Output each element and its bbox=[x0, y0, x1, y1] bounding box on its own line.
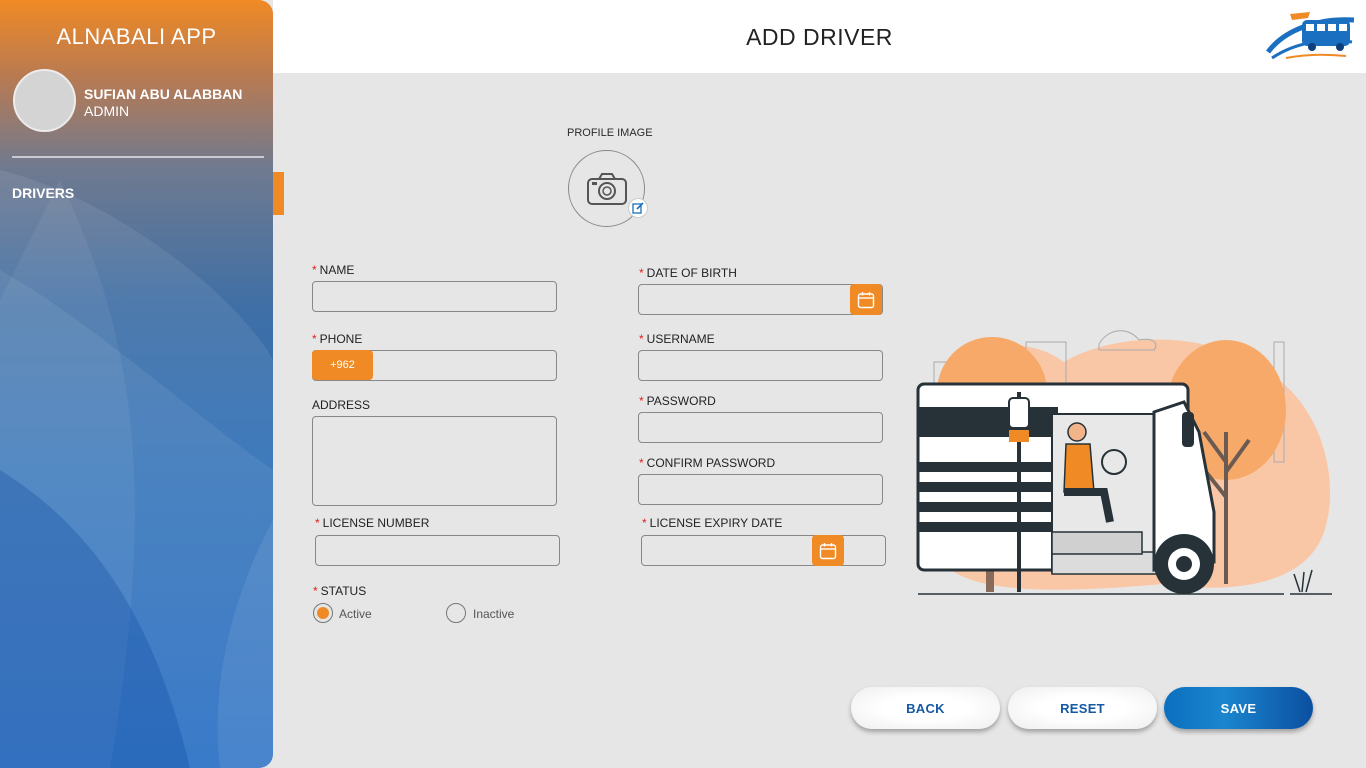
edit-icon bbox=[632, 202, 644, 214]
address-textarea[interactable] bbox=[312, 416, 557, 506]
bus-driver-illustration bbox=[916, 330, 1332, 595]
user-role: ADMIN bbox=[84, 103, 130, 119]
license-number-label: * LICENSE NUMBER bbox=[315, 516, 430, 530]
edit-image-button[interactable] bbox=[628, 198, 648, 218]
status-active-radio[interactable] bbox=[313, 603, 333, 623]
avatar[interactable] bbox=[13, 69, 76, 132]
status-inactive-label: Inactive bbox=[473, 607, 515, 621]
app-title: ALNABALI APP bbox=[56, 24, 217, 49]
phone-country-code[interactable]: +962 bbox=[312, 350, 373, 380]
license-number-input[interactable] bbox=[315, 535, 560, 566]
save-button[interactable]: SAVE bbox=[1164, 687, 1313, 729]
user-name: SUFIAN ABU ALABBAN bbox=[84, 86, 243, 102]
active-nav-marker bbox=[273, 172, 284, 215]
profile-image-label: PROFILE IMAGE bbox=[567, 127, 653, 139]
confirm-password-input[interactable] bbox=[638, 474, 883, 505]
sidebar-divider bbox=[12, 156, 264, 158]
dob-calendar-button[interactable] bbox=[850, 284, 882, 315]
sidebar: ALNABALI APP SUFIAN ABU ALABBAN ADMIN DR… bbox=[0, 0, 273, 768]
username-input[interactable] bbox=[638, 350, 883, 381]
address-label: ADDRESS bbox=[312, 398, 371, 412]
header: ADD DRIVER bbox=[273, 0, 1366, 73]
reset-button[interactable]: RESET bbox=[1008, 687, 1157, 729]
license-expiry-input[interactable] bbox=[641, 535, 886, 566]
calendar-icon bbox=[819, 542, 837, 559]
logo-bus-icon bbox=[1266, 12, 1355, 60]
confirm-password-label: * CONFIRM PASSWORD bbox=[639, 456, 776, 470]
radio-selected-dot bbox=[317, 607, 329, 619]
camera-icon bbox=[586, 172, 627, 205]
status-active-label: Active bbox=[339, 607, 372, 621]
page-title: ADD DRIVER bbox=[746, 24, 893, 50]
password-input[interactable] bbox=[638, 412, 883, 443]
license-expiry-calendar-button[interactable] bbox=[812, 535, 844, 566]
license-expiry-label: * LICENSE EXPIRY DATE bbox=[642, 516, 783, 530]
status-label: * STATUS bbox=[313, 584, 367, 598]
dob-input[interactable] bbox=[638, 284, 883, 315]
name-input[interactable] bbox=[312, 281, 557, 312]
back-button[interactable]: BACK bbox=[851, 687, 1000, 729]
calendar-icon bbox=[857, 291, 875, 308]
sidebar-item-drivers[interactable]: DRIVERS bbox=[12, 185, 74, 201]
phone-label: * PHONE bbox=[312, 332, 363, 346]
status-inactive-radio[interactable] bbox=[446, 603, 466, 623]
username-label: * USERNAME bbox=[639, 332, 715, 346]
name-label: * NAME bbox=[312, 263, 355, 277]
password-label: * PASSWORD bbox=[639, 394, 716, 408]
dob-label: * DATE OF BIRTH bbox=[639, 266, 737, 280]
